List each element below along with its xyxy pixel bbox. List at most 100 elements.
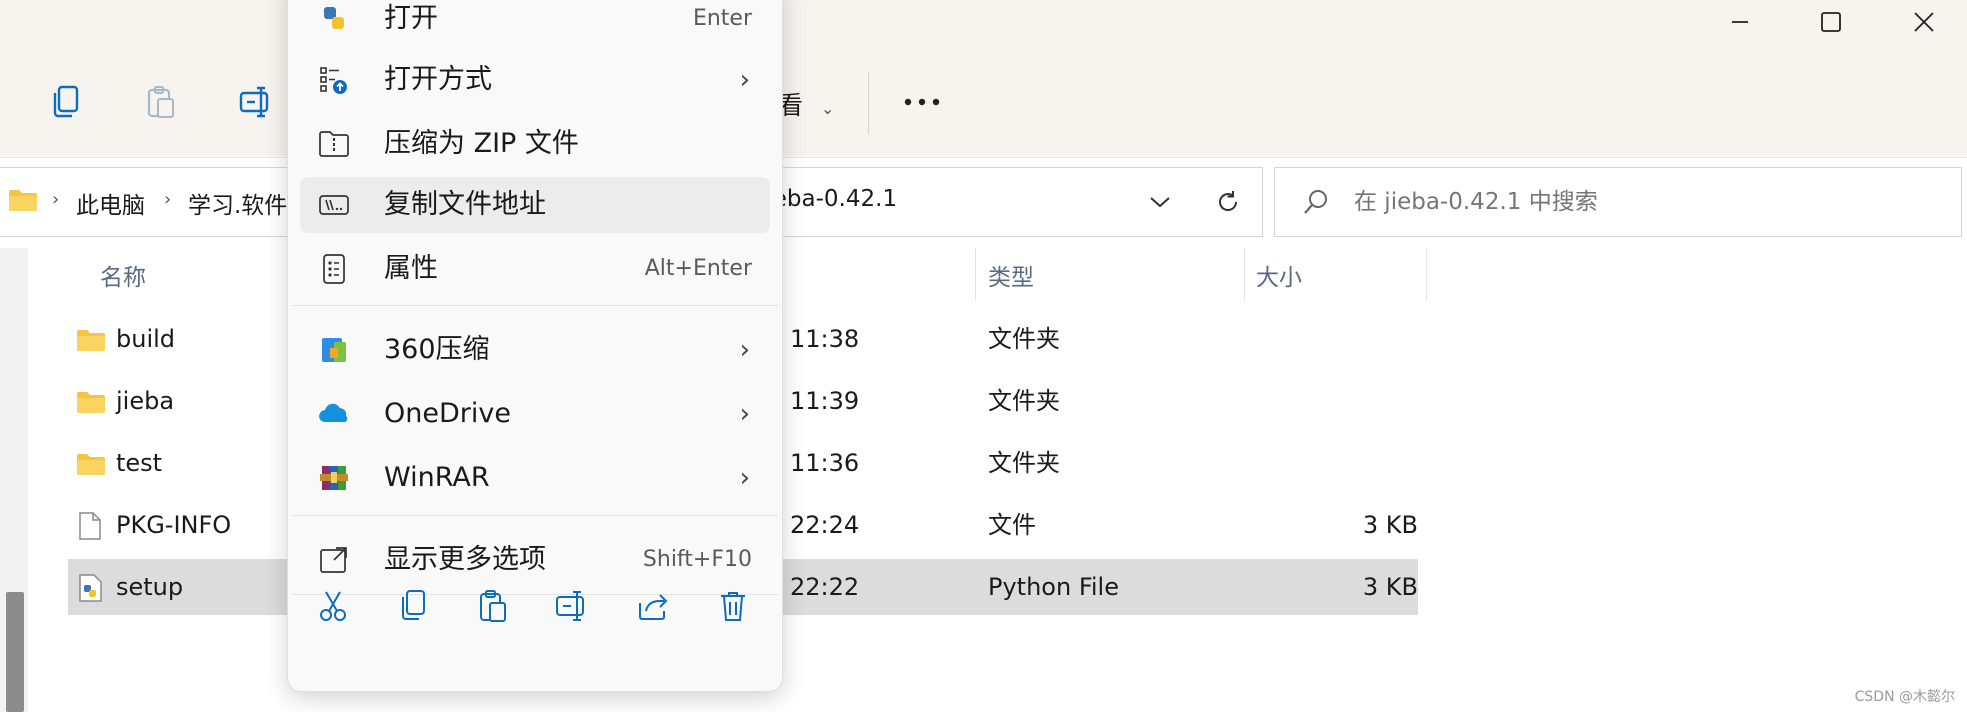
search-icon xyxy=(1302,188,1330,220)
chevron-right-icon: › xyxy=(739,335,750,365)
copy-icon xyxy=(402,590,425,620)
column-separator[interactable] xyxy=(1426,248,1427,300)
chevron-right-icon: › xyxy=(739,65,750,95)
share-button[interactable] xyxy=(628,581,678,631)
menu-separator xyxy=(292,594,778,595)
folder-icon xyxy=(76,435,106,491)
scrollbar-thumb[interactable] xyxy=(6,592,24,712)
file-type: 文件夹 xyxy=(988,325,1060,353)
scissors-icon xyxy=(320,591,346,621)
breadcrumb-separator-icon: › xyxy=(52,189,60,210)
file-name: build xyxy=(116,325,176,353)
menu-item-label: 打开 xyxy=(384,3,438,34)
menu-item-shortcut: Shift+F10 xyxy=(642,547,752,572)
maximize-button[interactable] xyxy=(1801,0,1861,44)
menu-item-label: 打开方式 xyxy=(384,64,492,95)
file-size: 3 KB xyxy=(1362,573,1418,601)
trash-icon xyxy=(721,592,745,621)
menu-item-winrar[interactable]: WinRAR › xyxy=(300,450,770,506)
toolbar-divider xyxy=(868,72,869,134)
address-dropdown-button[interactable] xyxy=(1140,186,1180,218)
rename-button[interactable] xyxy=(548,581,598,631)
file-name: test xyxy=(116,449,163,477)
chevron-down-icon xyxy=(1150,197,1170,208)
copy-path-icon xyxy=(318,189,350,221)
refresh-icon xyxy=(1219,191,1238,211)
open-with-icon xyxy=(318,64,350,96)
menu-separator xyxy=(292,305,778,306)
properties-icon xyxy=(318,253,350,285)
rename-icon[interactable] xyxy=(227,72,287,132)
cut-button[interactable] xyxy=(308,581,358,631)
close-icon xyxy=(1914,12,1934,32)
ellipsis-icon xyxy=(904,98,940,106)
minimize-button[interactable] xyxy=(1710,0,1770,44)
folder-icon xyxy=(8,188,38,216)
delete-button[interactable] xyxy=(708,581,758,631)
menu-item-label: WinRAR xyxy=(384,462,490,493)
column-header-size[interactable]: 大小 xyxy=(1256,258,1302,292)
copy-button[interactable] xyxy=(388,581,438,631)
maximize-icon xyxy=(1821,12,1841,32)
file-icon xyxy=(78,497,102,553)
menu-item-label: 复制文件地址 xyxy=(384,189,546,220)
menu-item-label: 显示更多选项 xyxy=(384,544,546,575)
menu-item-label: OneDrive xyxy=(384,398,511,429)
file-modified: 11:39 xyxy=(790,387,860,415)
breadcrumb-this-pc[interactable]: 此电脑 xyxy=(76,186,145,220)
python-icon xyxy=(318,3,350,35)
refresh-button[interactable] xyxy=(1204,180,1252,224)
paste-button[interactable] xyxy=(468,581,518,631)
menu-item-shortcut: Enter xyxy=(692,6,752,31)
breadcrumb-separator-icon: › xyxy=(164,189,172,210)
menu-item-copy-path[interactable]: 复制文件地址 xyxy=(300,177,770,233)
file-modified: 22:22 xyxy=(790,573,860,601)
file-size: 3 KB xyxy=(1362,511,1418,539)
file-name: PKG-INFO xyxy=(116,511,232,539)
column-header-name[interactable]: 名称 xyxy=(100,258,146,292)
menu-item-shortcut: Alt+Enter xyxy=(644,256,752,281)
menu-separator xyxy=(292,515,778,516)
file-name: setup xyxy=(116,573,184,601)
file-name: jieba xyxy=(116,387,175,415)
search-input[interactable] xyxy=(1352,180,1936,224)
column-separator[interactable] xyxy=(975,248,976,300)
menu-item-compress-zip[interactable]: 压缩为 ZIP 文件 xyxy=(300,116,770,172)
file-modified: 22:24 xyxy=(790,511,860,539)
chevron-right-icon: › xyxy=(739,463,750,493)
menu-item-properties[interactable]: 属性 Alt+Enter xyxy=(300,241,770,297)
column-header-type[interactable]: 类型 xyxy=(988,258,1034,292)
folder-icon xyxy=(76,311,106,367)
more-options-button[interactable] xyxy=(896,72,948,132)
menu-item-open[interactable]: 打开 Enter xyxy=(300,0,770,47)
view-menu-button[interactable]: 看 ⌄ xyxy=(778,86,834,122)
minimize-icon xyxy=(1732,21,1748,23)
menu-item-label: 属性 xyxy=(384,253,438,284)
zip-folder-icon xyxy=(318,128,350,160)
share-icon xyxy=(639,594,668,620)
context-menu: 打开 Enter 打开方式 › 压缩为 ZIP 文件 复制文件地址 属性 Alt… xyxy=(287,0,783,692)
column-separator[interactable] xyxy=(1244,248,1245,300)
watermark: CSDN @木懿尔 xyxy=(1854,689,1955,705)
file-modified: 11:36 xyxy=(790,449,860,477)
menu-item-show-more-options[interactable]: 显示更多选项 Shift+F10 xyxy=(300,532,770,588)
rename-icon xyxy=(556,591,584,621)
breadcrumb-study-software[interactable]: 学习.软件 xyxy=(188,186,287,220)
close-button[interactable] xyxy=(1894,0,1954,44)
paste-icon[interactable] xyxy=(131,72,191,132)
copy-icon[interactable] xyxy=(36,72,96,132)
chevron-right-icon: › xyxy=(739,399,750,429)
menu-item-360-zip[interactable]: 360压缩 › xyxy=(300,322,770,378)
file-type: 文件夹 xyxy=(988,449,1060,477)
menu-item-label: 压缩为 ZIP 文件 xyxy=(384,128,579,159)
paste-icon xyxy=(480,590,506,622)
file-modified: 11:38 xyxy=(790,325,860,353)
menu-item-open-with[interactable]: 打开方式 › xyxy=(300,52,770,108)
file-type: Python File xyxy=(988,573,1119,601)
show-more-options-icon xyxy=(318,544,350,576)
file-type: 文件夹 xyxy=(988,387,1060,415)
360-zip-icon xyxy=(318,334,350,366)
python-file-icon xyxy=(78,559,104,615)
folder-icon xyxy=(76,373,106,429)
menu-item-onedrive[interactable]: OneDrive › xyxy=(300,386,770,442)
